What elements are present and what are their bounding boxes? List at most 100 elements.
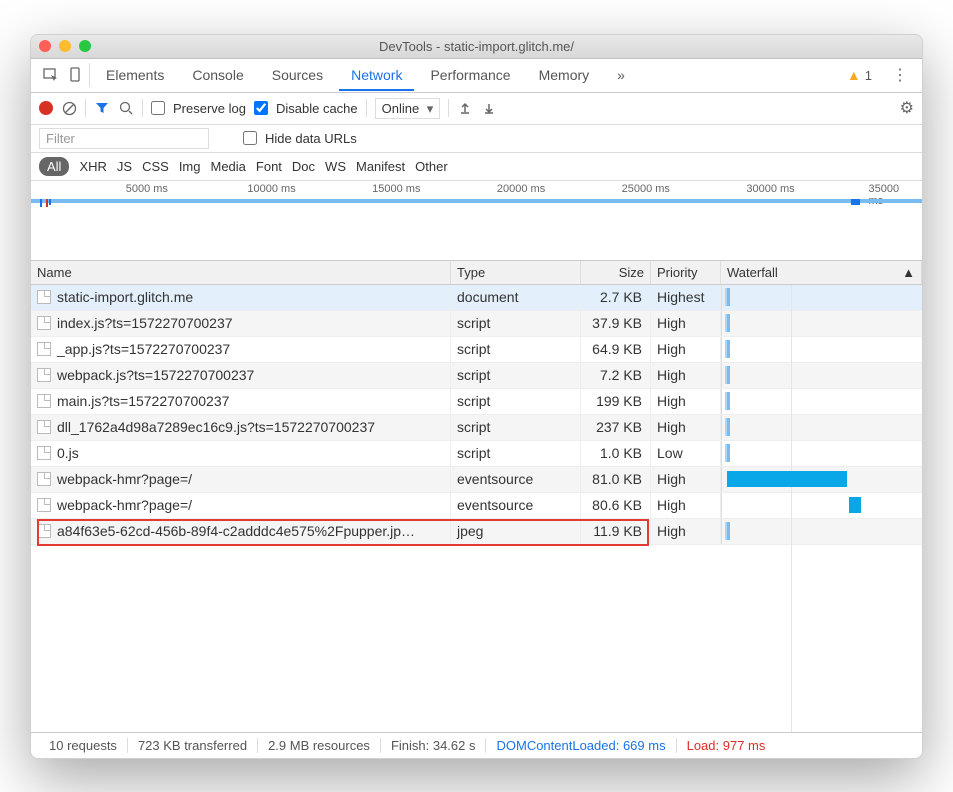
search-icon[interactable] [118,100,134,116]
request-name: webpack-hmr?page=/ [57,497,192,513]
preserve-log-label: Preserve log [173,101,246,116]
table-header: Name Type Size Priority Waterfall▲ [31,261,922,285]
disable-cache-checkbox[interactable] [254,101,268,115]
col-type-header[interactable]: Type [451,261,581,284]
table-row[interactable]: static-import.glitch.medocument2.7 KBHig… [31,285,922,311]
status-load: Load: 977 ms [677,738,776,753]
warnings-badge[interactable]: ▲ 1 [847,67,872,83]
request-waterfall [721,337,922,362]
throttling-select[interactable]: Online [375,98,441,119]
tab-network[interactable]: Network [339,59,414,91]
request-type: script [451,389,581,414]
request-priority: Highest [651,285,721,310]
status-resources: 2.9 MB resources [258,738,381,753]
request-size: 37.9 KB [581,311,651,336]
tab-console[interactable]: Console [180,59,255,91]
status-dcl: DOMContentLoaded: 669 ms [486,738,676,753]
file-icon [37,472,51,486]
filter-icon[interactable] [94,100,110,116]
request-type: eventsource [451,467,581,492]
request-type: jpeg [451,519,581,544]
request-name: a84f63e5-62cd-456b-89f4-c2adddc4e575%2Fp… [57,523,415,539]
tab-performance[interactable]: Performance [418,59,522,91]
table-row[interactable]: webpack-hmr?page=/eventsource80.6 KBHigh [31,493,922,519]
tab-memory[interactable]: Memory [527,59,602,91]
request-size: 237 KB [581,415,651,440]
request-priority: High [651,519,721,544]
request-waterfall [721,415,922,440]
status-bar: 10 requests 723 KB transferred 2.9 MB re… [31,732,922,758]
request-size: 7.2 KB [581,363,651,388]
table-row[interactable]: 0.jsscript1.0 KBLow [31,441,922,467]
col-waterfall-header[interactable]: Waterfall▲ [721,261,922,284]
table-row[interactable]: webpack-hmr?page=/eventsource81.0 KBHigh [31,467,922,493]
download-icon[interactable] [481,100,497,116]
filter-doc[interactable]: Doc [292,159,315,174]
network-toolbar: Preserve log Disable cache Online ⚙ [31,93,922,125]
table-row[interactable]: main.js?ts=1572270700237script199 KBHigh [31,389,922,415]
inspect-icon[interactable] [43,67,59,83]
window-title: DevTools - static-import.glitch.me/ [31,39,922,54]
filter-manifest[interactable]: Manifest [356,159,405,174]
table-row[interactable]: a84f63e5-62cd-456b-89f4-c2adddc4e575%2Fp… [31,519,922,545]
table-row[interactable]: webpack.js?ts=1572270700237script7.2 KBH… [31,363,922,389]
table-row[interactable]: dll_1762a4d98a7289ec16c9.js?ts=157227070… [31,415,922,441]
preserve-log-checkbox[interactable] [151,101,165,115]
request-priority: High [651,337,721,362]
filter-img[interactable]: Img [179,159,201,174]
request-type: eventsource [451,493,581,518]
request-size: 2.7 KB [581,285,651,310]
filter-media[interactable]: Media [210,159,245,174]
request-waterfall [721,493,922,518]
warning-count: 1 [865,68,872,83]
request-grid: static-import.glitch.medocument2.7 KBHig… [31,285,922,732]
filter-ws[interactable]: WS [325,159,346,174]
table-row[interactable]: _app.js?ts=1572270700237script64.9 KBHig… [31,337,922,363]
request-waterfall [721,285,922,310]
request-waterfall [721,467,922,492]
more-menu-icon[interactable]: ⋮ [884,65,916,85]
request-type: script [451,415,581,440]
filter-xhr[interactable]: XHR [79,159,106,174]
main-tabs: Elements Console Sources Network Perform… [31,59,922,93]
timeline-overview[interactable]: 5000 ms 10000 ms 15000 ms 20000 ms 25000… [31,181,922,261]
request-waterfall [721,441,922,466]
clear-icon[interactable] [61,100,77,116]
request-priority: Low [651,441,721,466]
hide-urls-label: Hide data URLs [265,131,357,146]
request-priority: High [651,415,721,440]
file-icon [37,498,51,512]
file-icon [37,524,51,538]
warning-icon: ▲ [847,67,861,83]
col-priority-header[interactable]: Priority [651,261,721,284]
hide-urls-checkbox[interactable] [243,131,257,145]
upload-icon[interactable] [457,100,473,116]
tab-elements[interactable]: Elements [94,59,176,91]
table-row[interactable]: index.js?ts=1572270700237script37.9 KBHi… [31,311,922,337]
file-icon [37,368,51,382]
request-priority: High [651,493,721,518]
request-name: webpack.js?ts=1572270700237 [57,367,254,383]
filter-js[interactable]: JS [117,159,132,174]
request-name: main.js?ts=1572270700237 [57,393,229,409]
tab-sources[interactable]: Sources [260,59,335,91]
file-icon [37,394,51,408]
col-name-header[interactable]: Name [31,261,451,284]
tab-overflow-icon[interactable]: » [605,59,637,91]
device-icon[interactable] [67,67,83,83]
request-priority: High [651,363,721,388]
filter-css[interactable]: CSS [142,159,169,174]
col-size-header[interactable]: Size [581,261,651,284]
request-waterfall [721,389,922,414]
request-size: 199 KB [581,389,651,414]
request-type: script [451,337,581,362]
filter-other[interactable]: Other [415,159,448,174]
request-name: static-import.glitch.me [57,289,193,305]
filter-all[interactable]: All [39,157,69,176]
file-icon [37,316,51,330]
filter-input[interactable]: Filter [39,128,209,149]
record-icon[interactable] [39,101,53,115]
request-size: 64.9 KB [581,337,651,362]
gear-icon[interactable]: ⚙ [900,98,914,118]
filter-font[interactable]: Font [256,159,282,174]
